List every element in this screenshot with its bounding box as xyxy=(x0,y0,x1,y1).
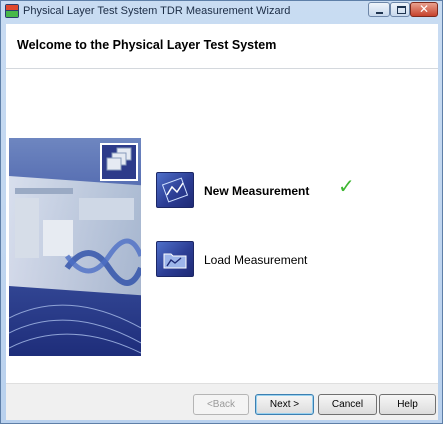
wizard-body: New Measurement ✓ Load Measurement xyxy=(6,69,438,383)
wizard-header: Welcome to the Physical Layer Test Syste… xyxy=(6,24,438,69)
folder-icon xyxy=(163,253,187,269)
close-icon: ✕ xyxy=(418,2,430,16)
cancel-button[interactable]: Cancel xyxy=(318,394,377,415)
app-icon xyxy=(5,4,19,18)
next-button[interactable]: Next > xyxy=(255,394,314,415)
minimize-icon xyxy=(376,12,383,14)
page-title: Welcome to the Physical Layer Test Syste… xyxy=(17,38,277,52)
window-title: Physical Layer Test System TDR Measureme… xyxy=(23,5,291,17)
minimize-button[interactable] xyxy=(368,2,390,17)
help-button[interactable]: Help xyxy=(379,394,436,415)
close-button[interactable]: ✕ xyxy=(410,2,438,17)
wizard-client: Welcome to the Physical Layer Test Syste… xyxy=(6,24,438,420)
waveform-icon xyxy=(161,177,189,203)
maximize-icon xyxy=(397,6,406,14)
load-measurement-label[interactable]: Load Measurement xyxy=(204,253,307,267)
maximize-button[interactable] xyxy=(390,2,410,17)
title-bar[interactable]: Physical Layer Test System TDR Measureme… xyxy=(1,1,442,23)
new-measurement-label[interactable]: New Measurement xyxy=(204,184,309,198)
hero-illustration xyxy=(9,138,141,356)
load-measurement-icon[interactable] xyxy=(156,241,194,277)
wizard-footer: <Back Next > Cancel Help xyxy=(6,383,438,420)
selected-check-icon: ✓ xyxy=(338,176,355,198)
wizard-window: Physical Layer Test System TDR Measureme… xyxy=(0,0,443,424)
new-measurement-icon[interactable] xyxy=(156,172,194,208)
back-button[interactable]: <Back xyxy=(193,394,249,415)
